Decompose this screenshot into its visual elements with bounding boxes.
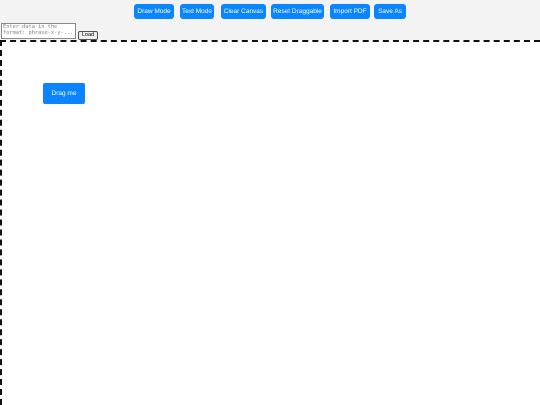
drawing-canvas[interactable]: Drag me xyxy=(0,40,540,405)
import-pdf-button[interactable]: Import PDF xyxy=(330,4,370,19)
draw-mode-button[interactable]: Draw Mode xyxy=(134,4,174,19)
clear-canvas-button[interactable]: Clear Canvas xyxy=(221,4,266,19)
data-entry-input[interactable] xyxy=(1,23,76,39)
drag-me-button[interactable]: Drag me xyxy=(43,83,85,104)
toolbar: Draw Mode Text Mode Clear Canvas Reset D… xyxy=(0,0,540,40)
save-as-button[interactable]: Save As xyxy=(374,4,406,19)
load-button[interactable]: Load xyxy=(78,31,98,40)
reset-draggable-button[interactable]: Reset Draggable xyxy=(271,4,324,19)
text-mode-button[interactable]: Text Mode xyxy=(180,4,214,19)
